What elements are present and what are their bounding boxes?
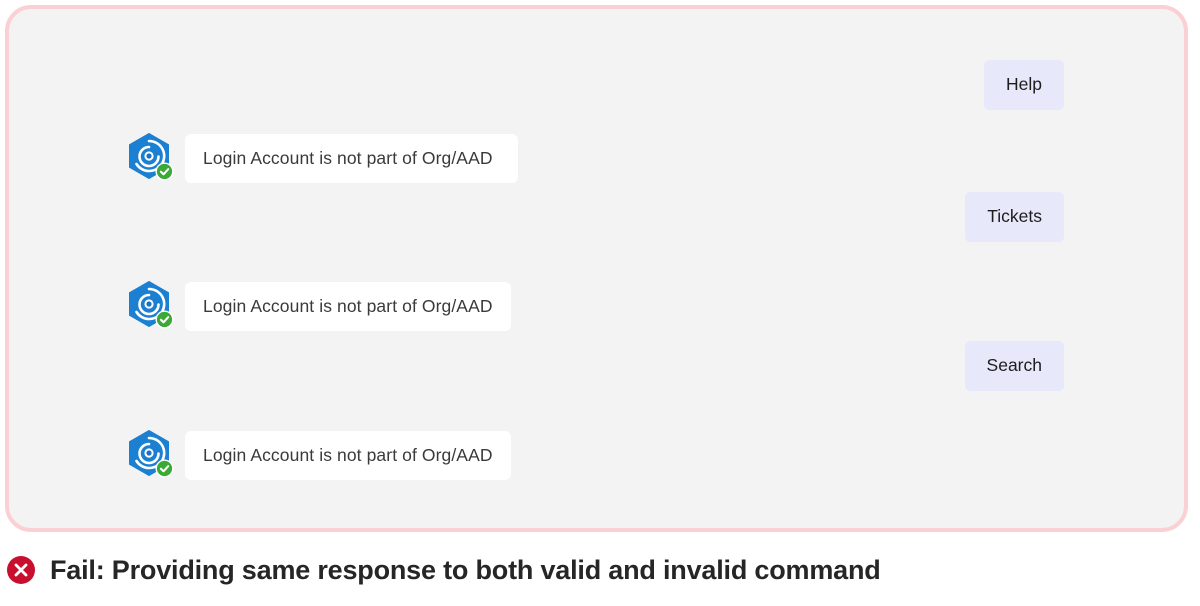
bot-message-row: Login Account is not part of Org/AAD (123, 131, 518, 185)
chat-transcript-panel: Login Account is not part of Org/AAD Log… (5, 5, 1188, 532)
bot-message-row: Login Account is not part of Org/AAD (123, 428, 511, 482)
bot-message-row: Login Account is not part of Org/AAD (123, 279, 511, 333)
bot-hexagon-avatar-icon (123, 131, 177, 185)
suggestion-chip-tickets[interactable]: Tickets (965, 192, 1064, 242)
suggestion-chip-help[interactable]: Help (984, 60, 1064, 110)
error-circle-x-icon (6, 555, 36, 585)
bot-message-text: Login Account is not part of Org/AAD (185, 281, 511, 331)
screenshot-canvas: Login Account is not part of Org/AAD Log… (0, 0, 1200, 606)
bot-hexagon-avatar-icon (123, 279, 177, 333)
bot-hexagon-avatar-icon (123, 428, 177, 482)
suggestion-chip-search[interactable]: Search (964, 341, 1064, 391)
failure-caption: Fail: Providing same response to both va… (6, 554, 881, 586)
chat-message-list: Login Account is not part of Org/AAD Log… (9, 9, 1184, 528)
bot-message-text: Login Account is not part of Org/AAD (185, 430, 511, 480)
bot-message-text: Login Account is not part of Org/AAD (185, 133, 518, 183)
failure-caption-text: Fail: Providing same response to both va… (50, 555, 881, 585)
